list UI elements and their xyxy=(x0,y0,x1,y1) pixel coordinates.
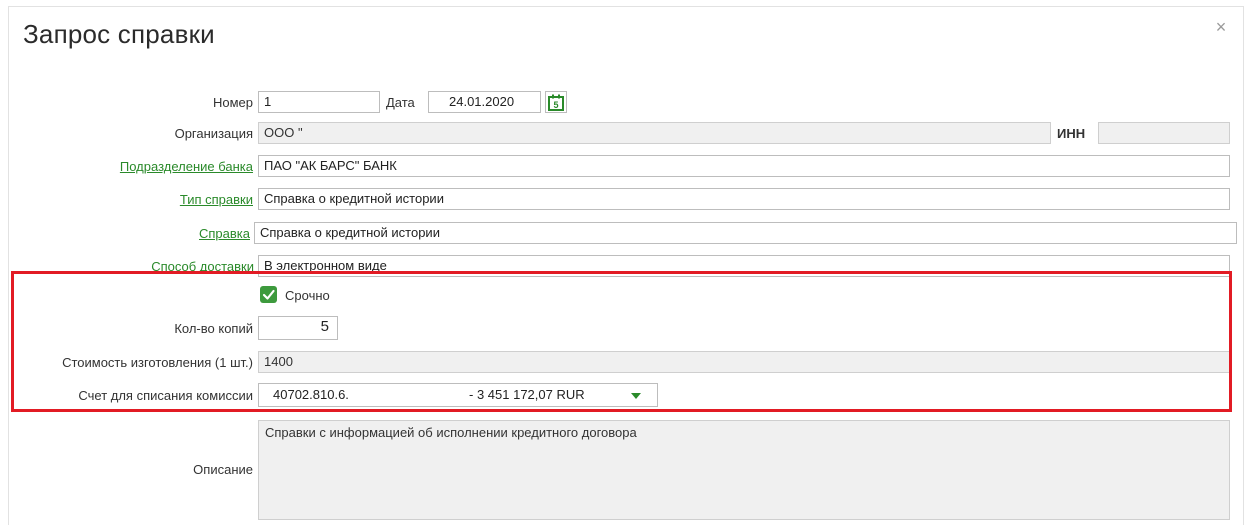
delivery-method-field[interactable]: В электронном виде xyxy=(258,255,1230,277)
cost-field: 1400 xyxy=(258,351,1230,373)
bank-branch-link[interactable]: Подразделение банка xyxy=(100,159,253,174)
date-label: Дата xyxy=(386,95,415,110)
inn-field xyxy=(1098,122,1230,144)
cost-label: Стоимость изготовления (1 шт.) xyxy=(62,355,253,370)
copies-label: Кол-во копий xyxy=(174,321,253,336)
date-field[interactable]: 24.01.2020 xyxy=(428,91,541,113)
urgent-checkbox[interactable] xyxy=(260,286,277,303)
commission-account-label: Счет для списания комиссии xyxy=(78,388,253,403)
bank-branch-field[interactable]: ПАО "АК БАРС" БАНК xyxy=(258,155,1230,177)
certificate-type-link[interactable]: Тип справки xyxy=(120,192,253,207)
svg-text:5: 5 xyxy=(553,100,558,110)
description-textarea[interactable]: Справки с информацией об исполнении кред… xyxy=(258,420,1230,520)
number-field[interactable]: 1 xyxy=(258,91,380,113)
urgent-label: Срочно xyxy=(285,288,330,303)
commission-account-select[interactable]: 40702.810.6. - 3 451 172,07 RUR xyxy=(258,383,658,407)
close-icon[interactable]: × xyxy=(1213,17,1229,38)
dialog-title: Запрос справки xyxy=(23,19,215,49)
account-balance: - 3 451 172,07 RUR xyxy=(469,387,585,402)
organization-label: Организация xyxy=(174,126,253,141)
certificate-link[interactable]: Справка xyxy=(150,226,250,241)
triangle-down-icon[interactable] xyxy=(631,393,641,399)
number-label: Номер xyxy=(212,95,253,110)
calendar-icon[interactable]: 5 xyxy=(545,91,567,113)
inn-label: ИНН xyxy=(1057,126,1086,141)
certificate-field[interactable]: Справка о кредитной истории xyxy=(254,222,1237,244)
checkmark-icon xyxy=(262,289,275,300)
copies-field[interactable]: 5 xyxy=(258,316,338,340)
organization-field: ООО " xyxy=(258,122,1051,144)
description-label: Описание xyxy=(193,462,253,477)
certificate-type-field[interactable]: Справка о кредитной истории xyxy=(258,188,1230,210)
account-number: 40702.810.6. xyxy=(273,387,349,402)
delivery-method-link[interactable]: Способ доставки xyxy=(110,259,254,274)
